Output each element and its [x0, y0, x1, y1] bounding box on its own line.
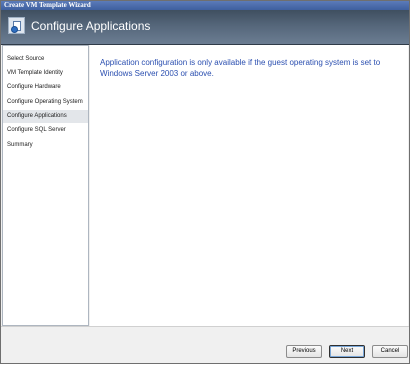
sidebar-item-select-source[interactable]: Select Source [3, 53, 88, 66]
sidebar-item-label: Configure Applications [7, 113, 67, 119]
next-button[interactable]: Next [329, 345, 365, 358]
gear-icon [11, 26, 18, 33]
window-titlebar[interactable]: Create VM Template Wizard [1, 1, 409, 10]
sidebar-item-vm-template-identity[interactable]: VM Template Identity [3, 67, 88, 80]
sidebar-item-label: Summary [7, 142, 33, 148]
info-message: Application configuration is only availa… [100, 58, 381, 78]
sidebar-item-configure-applications[interactable]: Configure Applications [3, 110, 88, 123]
window-title: Create VM Template Wizard [4, 1, 91, 9]
wizard-steps-sidebar: Select Source VM Template Identity Confi… [2, 45, 89, 326]
cancel-button[interactable]: Cancel [372, 345, 408, 358]
wizard-window: Create VM Template Wizard Configure Appl… [0, 0, 410, 364]
sidebar-item-label: Configure Hardware [7, 84, 61, 90]
sidebar-item-configure-hardware[interactable]: Configure Hardware [3, 81, 88, 94]
sidebar-item-configure-operating-system[interactable]: Configure Operating System [3, 96, 88, 109]
main-content: Application configuration is only availa… [90, 45, 408, 326]
sidebar-item-configure-sql-server[interactable]: Configure SQL Server [3, 124, 88, 137]
wizard-template-icon [8, 17, 25, 34]
page-title: Configure Applications [31, 19, 151, 33]
previous-button[interactable]: Previous [286, 345, 322, 358]
sidebar-item-summary[interactable]: Summary [3, 139, 88, 152]
sidebar-item-label: Select Source [7, 56, 45, 62]
footer-divider [1, 326, 409, 327]
wizard-header: Configure Applications [1, 10, 409, 45]
sidebar-item-label: Configure SQL Server [7, 127, 66, 133]
sidebar-item-label: Configure Operating System [7, 99, 83, 105]
sidebar-item-label: VM Template Identity [7, 70, 63, 76]
